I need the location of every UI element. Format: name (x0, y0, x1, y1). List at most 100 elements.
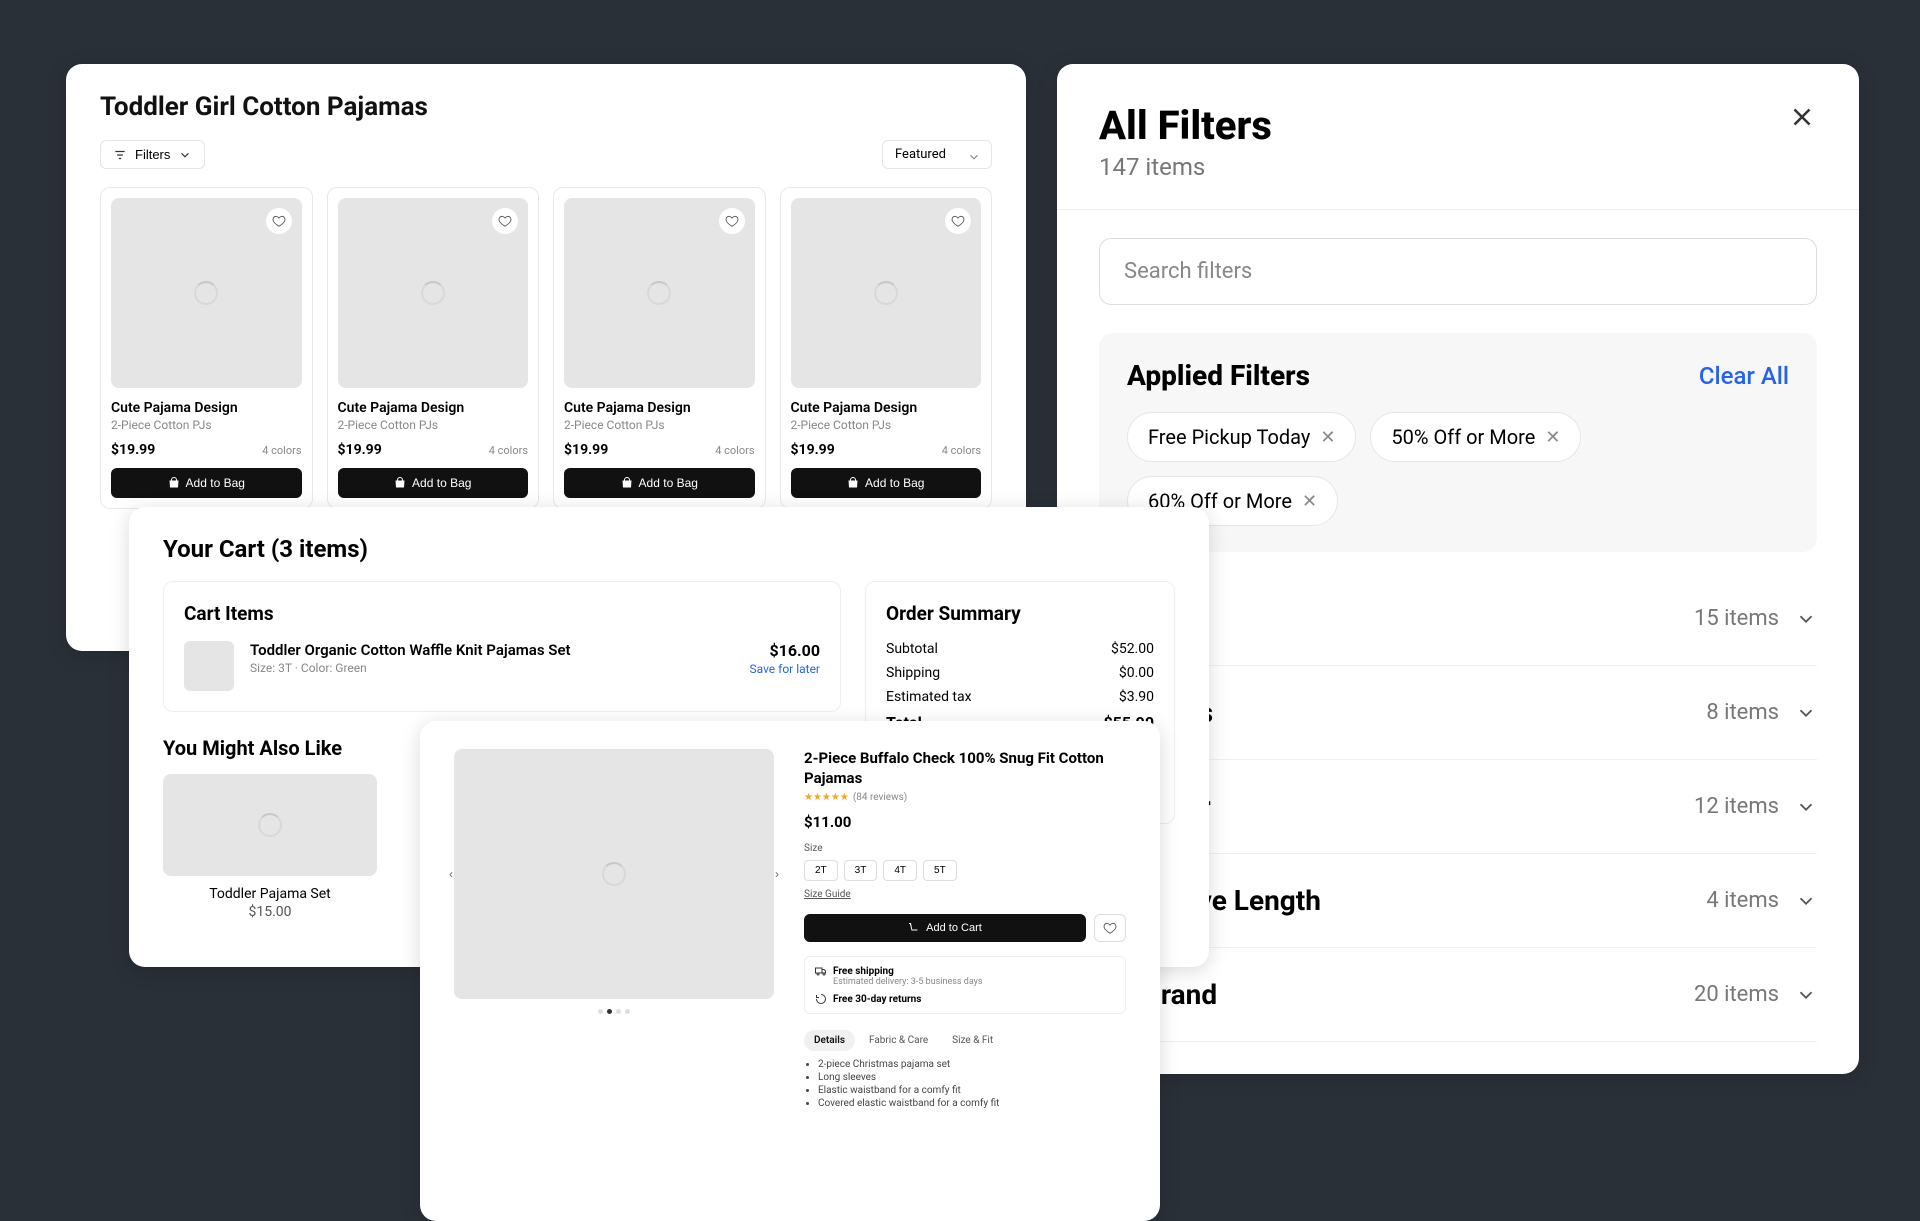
applied-filters-title: Applied Filters (1127, 359, 1310, 392)
close-button[interactable] (1787, 102, 1817, 138)
chip-remove-icon[interactable]: ✕ (1320, 427, 1335, 448)
filters-button-label: Filters (135, 147, 170, 162)
filter-group-count: 8 items (1706, 700, 1779, 725)
bag-icon (394, 477, 406, 489)
shipping-label: Shipping (886, 665, 940, 681)
wishlist-button[interactable] (266, 208, 292, 234)
bullet-item: Elastic waistband for a comfy fit (818, 1085, 1126, 1096)
product-subtitle: 2-Piece Cotton PJs (111, 418, 302, 432)
add-to-bag-button[interactable]: Add to Bag (338, 468, 529, 498)
filters-button[interactable]: Filters (100, 140, 205, 169)
product-card[interactable]: Cute Pajama Design 2-Piece Cotton PJs $1… (327, 187, 540, 509)
close-icon (1787, 102, 1817, 132)
wishlist-button[interactable] (719, 208, 745, 234)
recommendation-price: $15.00 (163, 904, 377, 920)
add-to-bag-button[interactable]: Add to Bag (791, 468, 982, 498)
wishlist-button[interactable] (492, 208, 518, 234)
product-subtitle: 2-Piece Cotton PJs (338, 418, 529, 432)
product-colors: 4 colors (715, 444, 754, 457)
save-for-later-button[interactable]: Save for later (750, 662, 821, 676)
shipping-value: $0.00 (1119, 665, 1154, 681)
size-option[interactable]: 5T (923, 860, 957, 881)
cart-item-image (184, 641, 234, 691)
filter-chip[interactable]: Free Pickup Today ✕ (1127, 412, 1356, 462)
size-options: 2T 3T 4T 5T (804, 860, 1126, 881)
product-price: $19.99 (564, 442, 608, 458)
gallery-next-button[interactable]: › (764, 861, 790, 887)
product-name: Cute Pajama Design (564, 400, 755, 416)
add-to-bag-button[interactable]: Add to Bag (111, 468, 302, 498)
gallery-dot[interactable] (616, 1009, 621, 1014)
filter-group-count: 12 items (1694, 794, 1779, 819)
detail-bullets: 2-piece Christmas pajama set Long sleeve… (804, 1059, 1126, 1109)
product-name: Cute Pajama Design (111, 400, 302, 416)
heart-icon (272, 214, 286, 228)
order-summary-title: Order Summary (886, 602, 1154, 625)
size-label: Size (804, 843, 1126, 854)
return-icon (815, 993, 827, 1005)
product-colors: 4 colors (489, 444, 528, 457)
rating-stars: ★★★★★(84 reviews) (804, 792, 1126, 803)
size-guide-link[interactable]: Size Guide (804, 889, 1126, 900)
loading-spinner-icon (647, 281, 671, 305)
gallery-dot[interactable] (598, 1009, 603, 1014)
search-filters-input[interactable]: Search filters (1099, 238, 1817, 305)
product-card[interactable]: Cute Pajama Design 2-Piece Cotton PJs $1… (553, 187, 766, 509)
product-image (564, 198, 755, 388)
filter-group-count: 15 items (1694, 606, 1779, 631)
free-shipping-label: Free shipping (833, 966, 894, 977)
review-count: (84 reviews) (853, 792, 907, 803)
shipping-estimate: Estimated delivery: 3-5 business days (833, 977, 1115, 987)
wishlist-button[interactable] (1094, 914, 1126, 942)
add-to-bag-label: Add to Bag (865, 476, 924, 490)
filter-group-count: 4 items (1706, 888, 1779, 913)
cart-item: Toddler Organic Cotton Waffle Knit Pajam… (184, 641, 820, 691)
product-name: Cute Pajama Design (791, 400, 982, 416)
chevron-down-icon (967, 150, 981, 164)
filter-chip[interactable]: 50% Off or More✕ (1370, 412, 1581, 462)
chip-label: Free Pickup Today (1148, 425, 1310, 449)
wishlist-button[interactable] (945, 208, 971, 234)
product-card[interactable]: Cute Pajama Design 2-Piece Cotton PJs $1… (780, 187, 993, 509)
add-to-bag-button[interactable]: Add to Bag (564, 468, 755, 498)
cart-items-panel: Cart Items Toddler Organic Cotton Waffle… (163, 581, 841, 712)
size-option[interactable]: 4T (883, 860, 917, 881)
chip-remove-icon[interactable]: ✕ (1302, 491, 1317, 512)
product-detail-card: ‹ › 2-Piece Buffalo Check 100% Snug Fit … (420, 721, 1160, 1221)
chevron-down-icon (178, 148, 192, 162)
filter-group-count: 20 items (1694, 982, 1779, 1007)
chip-remove-icon[interactable]: ✕ (1545, 427, 1560, 448)
gallery-dot[interactable] (607, 1009, 612, 1014)
heart-icon (498, 214, 512, 228)
size-option[interactable]: 2T (804, 860, 838, 881)
bag-icon (621, 477, 633, 489)
product-title: 2-Piece Buffalo Check 100% Snug Fit Cott… (804, 749, 1126, 788)
add-to-bag-label: Add to Bag (412, 476, 471, 490)
loading-spinner-icon (421, 281, 445, 305)
cart-title: Your Cart (3 items) (163, 535, 1175, 563)
recommendation-card[interactable]: Toddler Pajama Set $15.00 (163, 774, 377, 920)
filter-group[interactable]: Brand 20 items (1099, 948, 1817, 1042)
tax-label: Estimated tax (886, 689, 972, 705)
cart-item-variant: Size: 3T · Color: Green (250, 661, 734, 675)
product-price: $19.99 (791, 442, 835, 458)
tab-fabric[interactable]: Fabric & Care (859, 1030, 938, 1051)
clear-all-button[interactable]: Clear All (1699, 362, 1789, 390)
detail-tabs: Details Fabric & Care Size & Fit (804, 1030, 1126, 1051)
sort-select[interactable]: Featured (882, 140, 992, 169)
product-card[interactable]: Cute Pajama Design 2-Piece Cotton PJs $1… (100, 187, 313, 509)
loading-spinner-icon (258, 813, 282, 837)
bullet-item: Long sleeves (818, 1072, 1126, 1083)
tab-details[interactable]: Details (804, 1030, 855, 1051)
shipping-info-box: Free shipping Estimated delivery: 3-5 bu… (804, 956, 1126, 1014)
add-to-bag-label: Add to Bag (186, 476, 245, 490)
product-image (791, 198, 982, 388)
bullet-item: 2-piece Christmas pajama set (818, 1059, 1126, 1070)
tab-fit[interactable]: Size & Fit (942, 1030, 1003, 1051)
size-option[interactable]: 3T (844, 860, 878, 881)
product-image (111, 198, 302, 388)
divider (1057, 209, 1859, 210)
add-to-cart-button[interactable]: Add to Cart (804, 914, 1086, 942)
product-grid: Cute Pajama Design 2-Piece Cotton PJs $1… (100, 187, 992, 509)
gallery-dot[interactable] (625, 1009, 630, 1014)
